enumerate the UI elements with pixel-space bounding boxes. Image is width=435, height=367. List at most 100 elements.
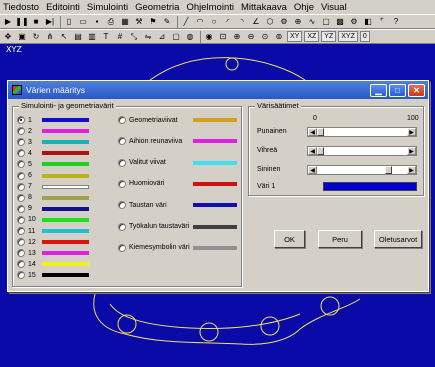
save-icon[interactable]: ▪ <box>91 16 103 28</box>
minimize-button[interactable]: ▁ <box>370 84 387 97</box>
color-row-15[interactable]: 15 <box>17 270 40 280</box>
color-radio[interactable] <box>17 271 25 280</box>
view-xy-button[interactable]: XY <box>287 31 303 42</box>
hexagon-icon[interactable]: ⬡ <box>264 16 276 28</box>
help-icon[interactable]: ? <box>390 16 402 28</box>
color-row-1[interactable]: 1 <box>17 115 40 125</box>
arc-icon[interactable]: ◠ <box>194 16 206 28</box>
color-row-13[interactable]: 13 <box>17 248 40 258</box>
menu-mittakaava[interactable]: Mittakaava <box>241 2 287 13</box>
menu-ohje[interactable]: Ohje <box>294 2 314 13</box>
color-radio[interactable] <box>17 160 25 169</box>
new-file-icon[interactable]: ▯ <box>63 16 75 28</box>
menu-tiedosto[interactable]: Tiedosto <box>3 2 39 13</box>
color-radio[interactable] <box>118 243 126 252</box>
color-radio[interactable] <box>17 215 25 224</box>
mirror-icon[interactable]: ⇋ <box>142 31 154 43</box>
slider-thumb[interactable] <box>317 128 324 136</box>
menu-ohjelmointi[interactable]: Ohjelmointi <box>186 2 234 13</box>
color-radio[interactable] <box>17 171 25 180</box>
zoom-all-icon[interactable]: ⊚ <box>273 31 285 43</box>
named-color-row[interactable]: Huomioväri <box>118 179 164 189</box>
arrow-right-icon[interactable]: ▶ <box>407 147 416 155</box>
color-radio[interactable] <box>118 158 126 167</box>
stop-icon[interactable]: ■ <box>30 16 42 28</box>
menu-geometria[interactable]: Geometria <box>135 2 179 13</box>
defaults-button[interactable]: Oletusarvot <box>374 230 422 248</box>
view-icon[interactable]: ◉ <box>203 31 215 43</box>
line-icon[interactable]: ╱ <box>180 16 192 28</box>
named-color-row[interactable]: Aihion reunaviiva <box>118 136 182 146</box>
color-row-3[interactable]: 3 <box>17 137 40 147</box>
play-icon[interactable]: ▶ <box>2 16 14 28</box>
color-radio[interactable] <box>17 204 25 213</box>
color-radio[interactable] <box>17 138 25 147</box>
color-radio[interactable] <box>17 238 25 247</box>
color-radio[interactable] <box>17 249 25 258</box>
zoom-out-icon[interactable]: ⊖ <box>245 31 257 43</box>
color-row-14[interactable]: 14 <box>17 259 40 269</box>
sphere-icon[interactable]: ◍ <box>184 31 196 43</box>
color-slider[interactable]: ◀ ▶ <box>307 127 417 137</box>
slider-thumb[interactable] <box>385 166 392 174</box>
tree-icon[interactable]: ⋔ <box>44 31 56 43</box>
color-row-8[interactable]: 8 <box>17 193 40 203</box>
pause-icon[interactable]: ❚❚ <box>15 16 28 28</box>
ok-button[interactable]: OK <box>274 230 305 248</box>
color-row-10[interactable]: 10 <box>17 215 40 225</box>
layer-icon[interactable]: ▤ <box>72 31 84 43</box>
crosshair-icon[interactable]: ⊕ <box>292 16 304 28</box>
table-icon[interactable]: ▥ <box>86 31 98 43</box>
move-icon[interactable]: ✥ <box>2 31 14 43</box>
color-row-5[interactable]: 5 <box>17 159 40 169</box>
named-color-row[interactable]: Työkalun taustaväri <box>118 222 189 232</box>
matrix-icon[interactable]: ▩ <box>334 16 346 28</box>
color-row-7[interactable]: 7 <box>17 182 40 192</box>
measure-icon[interactable]: ⊿ <box>156 31 168 43</box>
zoom-fit-icon[interactable]: ⊙ <box>259 31 271 43</box>
color-radio[interactable] <box>17 260 25 269</box>
color-row-11[interactable]: 11 <box>17 226 40 236</box>
menu-simulointi[interactable]: Simulointi <box>87 2 128 13</box>
close-button[interactable]: ✕ <box>408 84 425 97</box>
arc-point-icon[interactable]: ◜ <box>222 16 234 28</box>
color-radio[interactable] <box>118 116 126 124</box>
color-radio[interactable] <box>118 137 126 146</box>
color-slider[interactable]: ◀ ▶ <box>307 146 417 156</box>
flag-icon[interactable]: ⚑ <box>147 16 159 28</box>
machine-icon[interactable]: ⚙ <box>348 16 360 28</box>
named-color-row[interactable]: Valitut viivat <box>118 158 166 168</box>
corner-icon[interactable]: ⌜ <box>376 16 388 28</box>
gear-icon[interactable]: ⚙ <box>278 16 290 28</box>
arrow-right-icon[interactable]: ▶ <box>407 128 416 136</box>
color-radio[interactable] <box>118 201 126 210</box>
color-radio[interactable] <box>17 193 25 202</box>
view-yz-button[interactable]: YZ <box>321 31 337 42</box>
path-icon[interactable]: ⤡ <box>128 31 140 43</box>
arc-tangent-icon[interactable]: ◝ <box>236 16 248 28</box>
hash-icon[interactable]: # <box>114 31 126 43</box>
color-radio[interactable] <box>17 149 25 158</box>
arrow-left-icon[interactable]: ◀ <box>308 166 317 174</box>
arrow-left-icon[interactable]: ◀ <box>308 147 317 155</box>
color-row-6[interactable]: 6 <box>17 171 40 181</box>
print-icon[interactable]: ⎙ <box>105 16 117 28</box>
box-icon[interactable]: ▢ <box>170 31 182 43</box>
color-radio[interactable] <box>17 127 25 136</box>
named-color-row[interactable]: Geometriaviivat <box>118 115 178 125</box>
zoom-in-icon[interactable]: ⊕ <box>231 31 243 43</box>
named-color-row[interactable]: Taustan väri <box>118 200 167 210</box>
menu-editointi[interactable]: Editointi <box>46 2 80 13</box>
step-icon[interactable]: ▶| <box>44 16 56 28</box>
menu-visual[interactable]: Visual <box>321 2 347 13</box>
cursor-icon[interactable]: ↖ <box>58 31 70 43</box>
angle-icon[interactable]: ∠ <box>250 16 262 28</box>
color-row-4[interactable]: 4 <box>17 148 40 158</box>
view-xz-button[interactable]: XZ <box>304 31 320 42</box>
frame-icon[interactable]: ▢ <box>320 16 332 28</box>
open-folder-icon[interactable]: ▭ <box>77 16 89 28</box>
image-icon[interactable]: ▣ <box>16 31 28 43</box>
color-radio[interactable] <box>118 222 126 231</box>
view-zero-button[interactable]: 0 <box>359 31 370 42</box>
color-row-12[interactable]: 12 <box>17 237 40 247</box>
